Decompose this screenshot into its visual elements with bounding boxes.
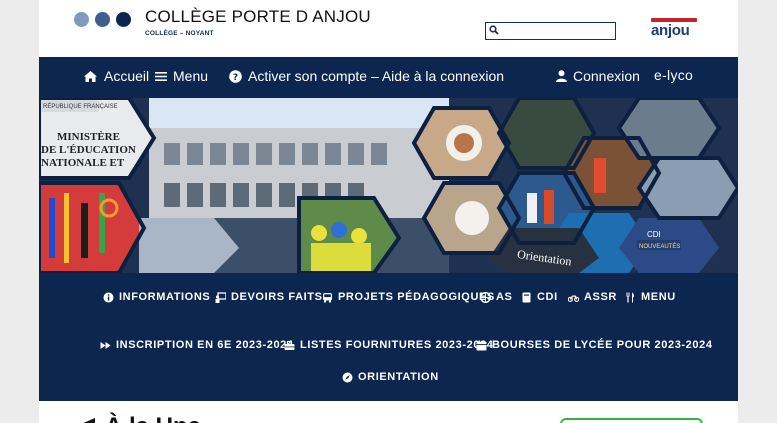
menu-inscription-label: INSCRIPTION EN 6E 2023-2024 <box>116 339 294 351</box>
menu-assr[interactable]: ASSR <box>568 291 617 303</box>
menu-orientation-label: ORIENTATION <box>358 371 439 383</box>
anjou-logo[interactable]: anjou <box>651 18 697 40</box>
main-content: À la Une <box>39 401 738 423</box>
site-subtitle: COLLÈGE – NOYANT <box>145 30 214 37</box>
logo-dot-3 <box>116 12 131 27</box>
menu-bourses-lycee-label: BOURSES DE LYCÉE POUR 2023-2024 <box>492 339 713 351</box>
logo-dot-2 <box>95 12 110 27</box>
green-action-button[interactable] <box>560 418 703 423</box>
nav-home[interactable]: Accueil <box>83 68 149 84</box>
utensils-icon <box>626 292 635 302</box>
sign-line-3: NATIONALE ET <box>41 157 125 169</box>
nouveautes-sign: NOUVEAUTÉS <box>639 243 680 250</box>
menu-bourses-lycee[interactable]: BOURSES DE LYCÉE POUR 2023-2024 <box>476 339 713 351</box>
menu-cdi[interactable]: CDI <box>521 291 558 303</box>
nav-login[interactable]: Connexion <box>556 68 640 84</box>
main-menu: INFORMATIONS DEVOIRS FAITS PROJETS PÉDAG… <box>39 273 738 401</box>
nav-home-label: Accueil <box>104 68 150 84</box>
menu-menu-label: MENU <box>641 291 676 303</box>
menu-devoirs-faits[interactable]: DEVOIRS FAITS <box>215 291 323 303</box>
search-input[interactable] <box>485 22 616 40</box>
menu-listes-fournitures-label: LISTES FOURNITURES 2023-2024 <box>300 339 494 351</box>
bus-icon <box>323 292 332 302</box>
basketball-icon <box>480 291 491 303</box>
menu-informations[interactable]: INFORMATIONS <box>103 291 210 303</box>
teacher-board-icon <box>215 291 226 303</box>
menu-projets-pedagogiques[interactable]: PROJETS PÉDAGOGIQUES <box>322 291 495 303</box>
page: COLLÈGE PORTE D ANJOU COLLÈGE – NOYANT a… <box>39 0 738 423</box>
info-icon <box>103 292 114 302</box>
top-navigation: Accueil Menu ? Activer son compte – Aide… <box>39 57 738 98</box>
motorcycle-icon <box>568 295 579 302</box>
sign-line-2: DE L'ÉDUCATION <box>41 144 136 156</box>
hamburger-icon <box>155 71 167 81</box>
menu-inscription[interactable]: INSCRIPTION EN 6E 2023-2024 <box>100 339 294 351</box>
site-brand[interactable]: COLLÈGE PORTE D ANJOU COLLÈGE – NOYANT <box>145 7 371 37</box>
home-icon <box>84 70 97 82</box>
toolbox-icon <box>284 340 295 350</box>
menu-orientation[interactable]: ORIENTATION <box>342 371 439 383</box>
banner-collage: RÉPUBLIQUE FRANÇAISE MINISTÈRE DE L'ÉDUC… <box>39 98 738 273</box>
elyco-link[interactable]: e-lyco <box>654 67 693 83</box>
a-la-une-label: À la Une <box>105 413 201 423</box>
menu-listes-fournitures[interactable]: LISTES FOURNITURES 2023-2024 <box>284 339 493 351</box>
megaphone-icon <box>83 418 95 423</box>
menu-as[interactable]: AS <box>480 291 512 303</box>
user-icon <box>556 70 567 82</box>
search-icon[interactable] <box>489 25 499 35</box>
svg-text:?: ? <box>233 73 238 83</box>
a-la-une-heading: À la Une <box>73 413 201 423</box>
menu-assr-label: ASSR <box>584 291 617 303</box>
nav-menu-label: Menu <box>173 68 209 84</box>
nav-activate-label: Activer son compte – Aide à la connexion <box>248 68 505 84</box>
sign-line-1: MINISTÈRE <box>57 131 120 143</box>
nav-menu[interactable]: Menu <box>155 68 208 84</box>
logo-dots[interactable] <box>74 12 131 27</box>
menu-devoirs-faits-label: DEVOIRS FAITS <box>231 291 323 303</box>
compass-icon <box>342 372 353 382</box>
hero-banner: RÉPUBLIQUE FRANÇAISE MINISTÈRE DE L'ÉDUC… <box>39 98 738 273</box>
logo-dot-1 <box>74 12 89 27</box>
menu-informations-label: INFORMATIONS <box>119 291 211 303</box>
anjou-logo-text: anjou <box>651 22 690 39</box>
cdi-sign: CDI <box>647 230 661 239</box>
menu-menu[interactable]: MENU <box>625 291 676 303</box>
menu-cdi-label: CDI <box>537 291 558 303</box>
book-icon <box>522 292 531 302</box>
nav-login-label: Connexion <box>573 68 640 84</box>
calendar-icon <box>476 339 487 350</box>
site-header: COLLÈGE PORTE D ANJOU COLLÈGE – NOYANT a… <box>39 0 738 57</box>
help-icon: ? <box>229 69 242 83</box>
flag-text: RÉPUBLIQUE FRANÇAISE <box>43 103 118 110</box>
forward-icon <box>100 341 111 349</box>
nav-activate-account[interactable]: ? Activer son compte – Aide à la connexi… <box>229 68 504 84</box>
menu-as-label: AS <box>496 291 513 303</box>
menu-projets-pedagogiques-label: PROJETS PÉDAGOGIQUES <box>338 291 495 303</box>
site-title[interactable]: COLLÈGE PORTE D ANJOU <box>145 7 371 27</box>
